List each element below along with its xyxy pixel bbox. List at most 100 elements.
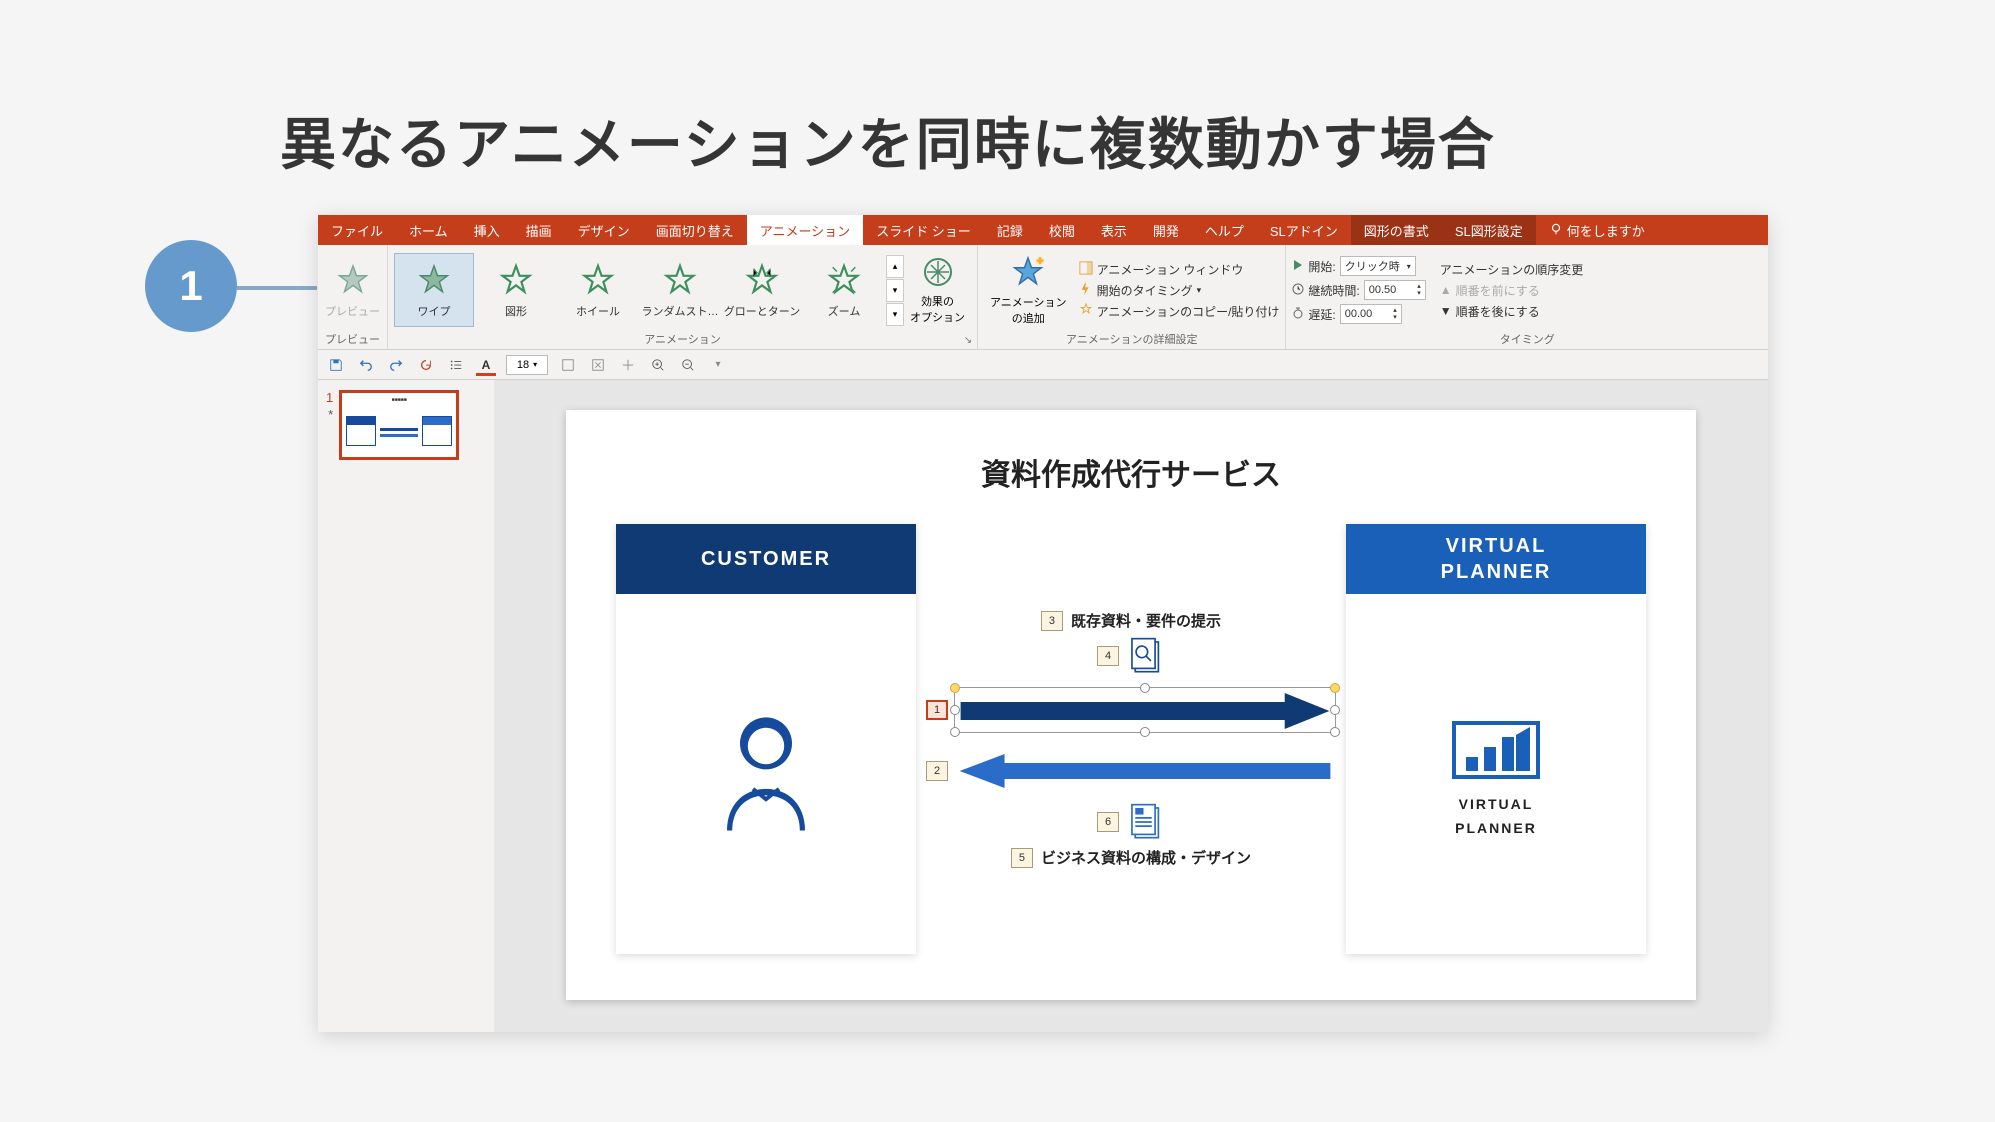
trigger-button[interactable]: 開始のタイミング▾ bbox=[1079, 281, 1280, 300]
group-timing: 開始: クリック時▾ 継続時間: 00.50 ▴▾ bbox=[1286, 245, 1768, 349]
trigger-icon bbox=[1079, 282, 1093, 299]
anim-shape-label: 図形 bbox=[505, 303, 527, 319]
anim-tag-5[interactable]: 5 bbox=[1011, 848, 1033, 868]
tab-design[interactable]: デザイン bbox=[565, 215, 643, 245]
qat-icon-1[interactable] bbox=[558, 355, 578, 375]
selected-arrow-right[interactable] bbox=[954, 687, 1336, 733]
add-animation-label: アニメーション の追加 bbox=[990, 294, 1067, 326]
anim-zoom-label: ズーム bbox=[828, 303, 861, 319]
move-earlier-button[interactable]: ▲ 順番を前にする bbox=[1440, 281, 1584, 300]
anim-tag-3[interactable]: 3 bbox=[1041, 611, 1063, 631]
duration-spinner[interactable]: 00.50 ▴▾ bbox=[1364, 280, 1426, 300]
move-later-button[interactable]: ▼ 順番を後にする bbox=[1440, 302, 1584, 321]
up-triangle-icon: ▲ bbox=[1440, 283, 1452, 297]
anim-random-label: ランダムスト… bbox=[642, 303, 719, 319]
customer-card[interactable]: CUSTOMER bbox=[616, 524, 916, 954]
bullets-icon[interactable] bbox=[446, 355, 466, 375]
virtual-planner-card[interactable]: VIRTUAL PLANNER bbox=[1346, 524, 1646, 954]
star-icon bbox=[497, 261, 535, 299]
animation-pane-button[interactable]: アニメーション ウィンドウ bbox=[1079, 260, 1280, 279]
delay-label: 遅延: bbox=[1308, 306, 1335, 323]
tab-help[interactable]: ヘルプ bbox=[1192, 215, 1257, 245]
preview-button[interactable]: プレビュー bbox=[324, 253, 381, 327]
font-color-icon[interactable]: A bbox=[476, 355, 496, 375]
tab-draw[interactable]: 描画 bbox=[513, 215, 565, 245]
tab-view[interactable]: 表示 bbox=[1088, 215, 1140, 245]
save-icon[interactable] bbox=[326, 355, 346, 375]
tab-developer[interactable]: 開発 bbox=[1140, 215, 1192, 245]
start-row: 開始: クリック時▾ bbox=[1292, 255, 1425, 277]
zoom-in-icon[interactable] bbox=[648, 355, 668, 375]
tab-review[interactable]: 校閲 bbox=[1036, 215, 1088, 245]
start-value: クリック時 bbox=[1345, 258, 1400, 274]
slide-title[interactable]: 資料作成代行サービス bbox=[616, 450, 1646, 494]
bottom-arrow-label[interactable]: ビジネス資料の構成・デザイン bbox=[1041, 847, 1251, 868]
anim-grow-turn-label: グローとターン bbox=[724, 303, 800, 319]
redo-icon[interactable] bbox=[386, 355, 406, 375]
bar-chart-logo-icon bbox=[1446, 713, 1546, 788]
effect-options-button[interactable]: 効果の オプション bbox=[904, 252, 971, 329]
qat-more-icon[interactable]: ▾ bbox=[708, 355, 728, 375]
font-size-value: 18 bbox=[517, 359, 529, 371]
group-preview: プレビュー プレビュー bbox=[318, 245, 388, 349]
tab-sl-shape-settings[interactable]: SL図形設定 bbox=[1442, 215, 1536, 245]
gallery-more-button[interactable]: ▾ bbox=[886, 303, 904, 326]
repeat-icon[interactable] bbox=[416, 355, 436, 375]
anim-random-bars[interactable]: ランダムスト… bbox=[640, 253, 720, 327]
delay-spinner[interactable]: 00.00 ▴▾ bbox=[1340, 304, 1402, 324]
anim-tag-1[interactable]: 1 bbox=[926, 700, 948, 720]
document-search-icon[interactable] bbox=[1127, 635, 1165, 677]
tab-insert[interactable]: 挿入 bbox=[461, 215, 513, 245]
effect-options-icon bbox=[922, 256, 954, 291]
top-arrow-label[interactable]: 既存資料・要件の提示 bbox=[1071, 610, 1221, 631]
font-size-combo[interactable]: 18 ▾ bbox=[506, 355, 548, 375]
tab-transitions[interactable]: 画面切り替え bbox=[643, 215, 747, 245]
qat-icon-3[interactable] bbox=[618, 355, 638, 375]
start-label: 開始: bbox=[1308, 258, 1335, 275]
painter-icon bbox=[1079, 303, 1093, 320]
anim-wheel[interactable]: ホイール bbox=[558, 253, 638, 327]
tab-shape-format[interactable]: 図形の書式 bbox=[1351, 215, 1442, 245]
qat-icon-2[interactable] bbox=[588, 355, 608, 375]
add-animation-icon bbox=[1011, 255, 1045, 292]
anim-tag-6[interactable]: 6 bbox=[1097, 812, 1119, 832]
gallery-up-button[interactable]: ▴ bbox=[886, 255, 904, 278]
arrow-left[interactable] bbox=[954, 751, 1336, 791]
anim-wipe[interactable]: ワイプ bbox=[394, 253, 474, 327]
slide-canvas[interactable]: 資料作成代行サービス CUSTOMER bbox=[566, 410, 1696, 1000]
anim-zoom[interactable]: ズーム bbox=[804, 253, 884, 327]
star-icon bbox=[743, 261, 781, 299]
undo-icon[interactable] bbox=[356, 355, 376, 375]
anim-tag-4[interactable]: 4 bbox=[1097, 646, 1119, 666]
slide-thumbnail-1[interactable]: ■■■■■ bbox=[339, 390, 459, 460]
animation-painter-button[interactable]: アニメーションのコピー/貼り付け bbox=[1079, 302, 1280, 321]
anim-wipe-label: ワイプ bbox=[418, 303, 451, 319]
tab-home[interactable]: ホーム bbox=[396, 215, 461, 245]
start-combo[interactable]: クリック時▾ bbox=[1340, 256, 1416, 276]
document-layout-icon[interactable] bbox=[1127, 801, 1165, 843]
duration-row: 継続時間: 00.50 ▴▾ bbox=[1292, 279, 1425, 301]
lightbulb-icon bbox=[1549, 222, 1563, 239]
tab-sl-addin[interactable]: SLアドイン bbox=[1257, 215, 1351, 245]
vp-logo-line1: VIRTUAL bbox=[1459, 796, 1534, 812]
anim-shape[interactable]: 図形 bbox=[476, 253, 556, 327]
content-area: 1 * ■■■■■ 資料作成代行サービス bbox=[318, 380, 1768, 1032]
zoom-out-icon[interactable] bbox=[678, 355, 698, 375]
middle-column: 3 既存資料・要件の提示 4 1 bbox=[916, 524, 1346, 954]
vp-header: VIRTUAL PLANNER bbox=[1346, 524, 1646, 594]
powerpoint-window: ファイル ホーム 挿入 描画 デザイン 画面切り替え アニメーション スライド … bbox=[318, 215, 1768, 1032]
tab-file[interactable]: ファイル bbox=[318, 215, 396, 245]
add-animation-button[interactable]: アニメーション の追加 bbox=[984, 251, 1073, 330]
animation-dialog-launcher[interactable]: ↘ bbox=[961, 333, 975, 347]
step-connector bbox=[237, 286, 317, 290]
slide-editor[interactable]: 資料作成代行サービス CUSTOMER bbox=[494, 380, 1768, 1032]
delay-value: 00.00 bbox=[1345, 308, 1373, 320]
anim-tag-2[interactable]: 2 bbox=[926, 761, 948, 781]
star-icon bbox=[825, 261, 863, 299]
gallery-down-button[interactable]: ▾ bbox=[886, 279, 904, 302]
tell-me-search[interactable]: 何をしますか bbox=[1536, 215, 1768, 245]
tab-slideshow[interactable]: スライド ショー bbox=[863, 215, 984, 245]
tab-record[interactable]: 記録 bbox=[984, 215, 1036, 245]
tab-animations[interactable]: アニメーション bbox=[747, 215, 863, 245]
anim-grow-turn[interactable]: グローとターン bbox=[722, 253, 802, 327]
